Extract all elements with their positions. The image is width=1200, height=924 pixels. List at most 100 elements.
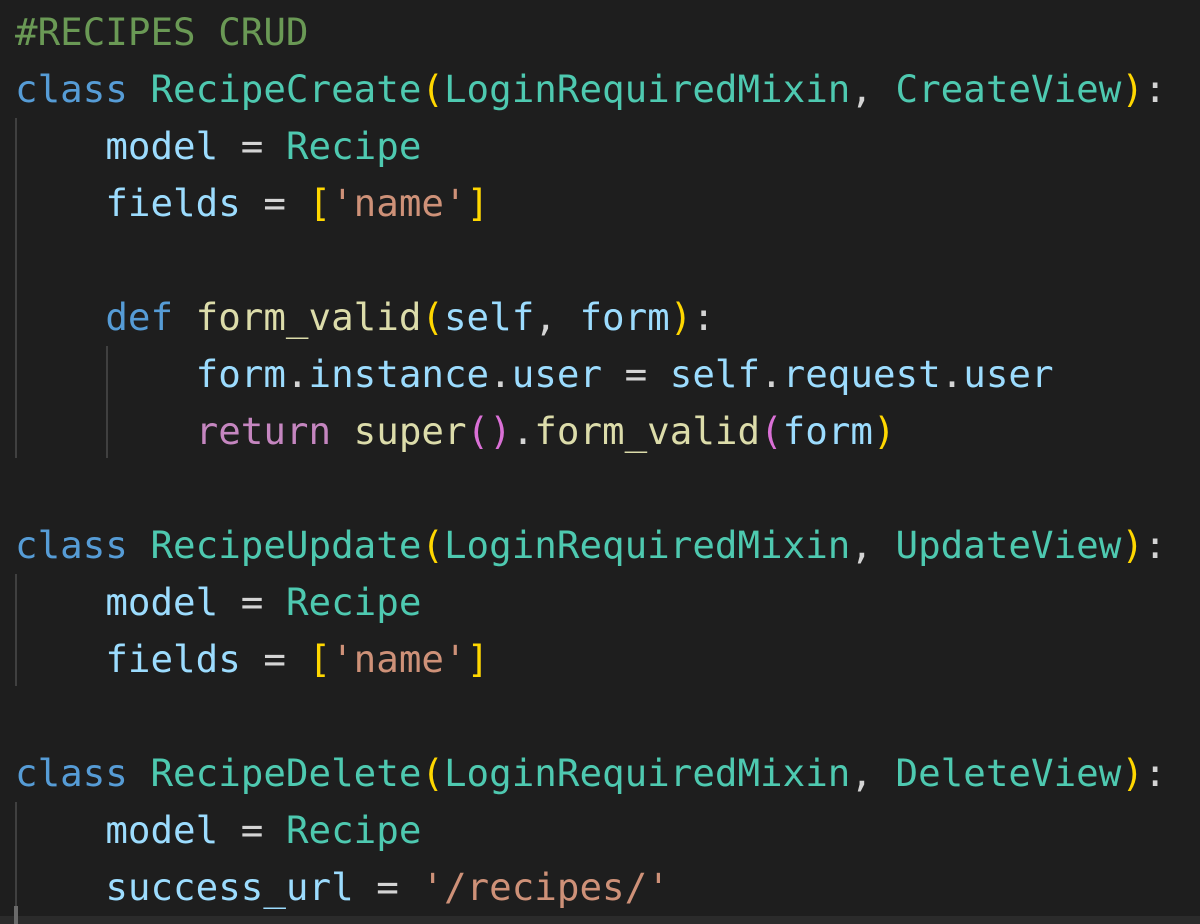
- code-token-class-name: LoginRequiredMixin: [443, 751, 851, 795]
- code-token-bracket: ]: [466, 637, 490, 681]
- code-token-string: '/recipes/': [421, 865, 670, 909]
- code-token-keyword: class: [15, 751, 128, 795]
- code-token-punctuation: ,: [850, 67, 896, 111]
- code-line[interactable]: class RecipeUpdate(LoginRequiredMixin, U…: [15, 517, 1166, 574]
- code-token-bracket: ): [669, 295, 693, 339]
- code-token-punctuation: :: [692, 295, 715, 339]
- code-token-punctuation: :: [1143, 751, 1167, 795]
- code-line[interactable]: fields = ['name']: [15, 631, 1166, 688]
- code-token-punctuation: ,: [534, 295, 580, 339]
- code-line[interactable]: #RECIPES CRUD: [15, 4, 1166, 61]
- code-token-class-name: Recipe: [285, 124, 422, 168]
- editor-bottom-edge: [0, 916, 1200, 924]
- code-token-bracket: ): [1121, 523, 1144, 567]
- code-token-class-name: DeleteView: [895, 751, 1122, 795]
- code-token-comment: #RECIPES CRUD: [15, 10, 309, 54]
- code-token-variable: model: [105, 808, 219, 852]
- code-token-bracket: (: [421, 67, 444, 111]
- code-token-inner-bracket: (): [466, 409, 512, 453]
- code-token-class-name: Recipe: [285, 808, 422, 852]
- code-token-class-name: CreateView: [895, 67, 1122, 111]
- code-editor[interactable]: #RECIPES CRUD class RecipeCreate(LoginReq…: [0, 0, 1200, 924]
- code-token-class-name: LoginRequiredMixin: [443, 523, 851, 567]
- code-line[interactable]: form.instance.user = self.request.user: [15, 346, 1166, 403]
- code-token-punctuation: [331, 409, 354, 453]
- code-token-punctuation: =: [602, 352, 670, 396]
- code-token-punctuation: =: [218, 124, 286, 168]
- code-token-bracket: ): [872, 409, 896, 453]
- code-token-variable: fields: [105, 637, 241, 681]
- code-token-punctuation: :: [1143, 523, 1167, 567]
- code-token-function-name: form_valid: [195, 295, 422, 339]
- code-token-punctuation: .: [511, 409, 535, 453]
- code-line[interactable]: fields = ['name']: [15, 175, 1166, 232]
- code-token-bracket: ): [1121, 751, 1144, 795]
- code-token-variable: fields: [105, 181, 241, 225]
- code-block[interactable]: #RECIPES CRUD class RecipeCreate(LoginReq…: [15, 4, 1166, 916]
- code-line[interactable]: class RecipeDelete(LoginRequiredMixin, D…: [15, 745, 1166, 802]
- code-token-variable: form: [579, 295, 670, 339]
- code-token-bracket: (: [421, 751, 444, 795]
- code-token-class-name: RecipeUpdate: [150, 523, 422, 567]
- code-token-function-name: super: [353, 409, 467, 453]
- code-token-bracket: (: [421, 295, 444, 339]
- code-token-punctuation: .: [285, 352, 309, 396]
- code-token-punctuation: [128, 67, 151, 111]
- code-token-punctuation: =: [218, 580, 286, 624]
- code-token-punctuation: [15, 124, 105, 168]
- code-token-punctuation: =: [240, 181, 309, 225]
- code-line[interactable]: [15, 688, 1166, 745]
- code-token-punctuation: [15, 580, 105, 624]
- code-line[interactable]: success_url = '/recipes/': [15, 859, 1166, 916]
- code-token-function-name: form_valid: [534, 409, 761, 453]
- code-line[interactable]: class RecipeCreate(LoginRequiredMixin, C…: [15, 61, 1166, 118]
- code-token-variable: model: [105, 580, 219, 624]
- code-token-bracket: (: [421, 523, 444, 567]
- code-token-punctuation: =: [353, 865, 422, 909]
- code-line[interactable]: model = Recipe: [15, 118, 1166, 175]
- code-token-punctuation: =: [240, 637, 309, 681]
- code-token-class-name: RecipeDelete: [150, 751, 422, 795]
- code-token-punctuation: .: [760, 352, 783, 396]
- code-token-keyword: def: [105, 295, 174, 339]
- code-token-punctuation: [15, 637, 105, 681]
- code-token-variable: form: [195, 352, 286, 396]
- code-token-punctuation: =: [218, 808, 286, 852]
- code-token-variable: user: [511, 352, 603, 396]
- code-token-string: 'name': [331, 637, 467, 681]
- code-token-punctuation: [15, 295, 105, 339]
- code-token-punctuation: [15, 352, 196, 396]
- code-token-punctuation: [15, 409, 196, 453]
- code-token-punctuation: ,: [850, 523, 896, 567]
- code-token-punctuation: [128, 523, 151, 567]
- code-token-punctuation: :: [1143, 67, 1167, 111]
- code-token-punctuation: [128, 751, 151, 795]
- code-token-control-keyword: return: [195, 409, 332, 453]
- code-token-bracket: [: [308, 181, 332, 225]
- code-token-variable: self: [669, 352, 761, 396]
- code-token-class-name: LoginRequiredMixin: [443, 67, 851, 111]
- code-line[interactable]: def form_valid(self, form):: [15, 289, 1166, 346]
- code-token-punctuation: .: [940, 352, 964, 396]
- code-token-variable: form: [782, 409, 873, 453]
- code-token-variable: model: [105, 124, 219, 168]
- code-token-keyword: class: [15, 67, 128, 111]
- code-token-bracket: ): [1121, 67, 1144, 111]
- code-token-variable: success_url: [105, 865, 354, 909]
- code-line[interactable]: [15, 232, 1166, 289]
- code-line[interactable]: return super().form_valid(form): [15, 403, 1166, 460]
- code-token-class-name: UpdateView: [895, 523, 1122, 567]
- code-line[interactable]: [15, 460, 1166, 517]
- code-line[interactable]: model = Recipe: [15, 802, 1166, 859]
- code-token-inner-bracket: (: [760, 409, 783, 453]
- code-token-keyword: class: [15, 523, 128, 567]
- code-token-variable: self: [443, 295, 535, 339]
- code-line[interactable]: model = Recipe: [15, 574, 1166, 631]
- code-token-bracket: [: [308, 637, 332, 681]
- code-token-punctuation: [15, 865, 105, 909]
- code-token-class-name: RecipeCreate: [150, 67, 422, 111]
- code-token-punctuation: [15, 181, 105, 225]
- code-token-punctuation: .: [489, 352, 512, 396]
- code-token-punctuation: ,: [850, 751, 896, 795]
- code-token-string: 'name': [331, 181, 467, 225]
